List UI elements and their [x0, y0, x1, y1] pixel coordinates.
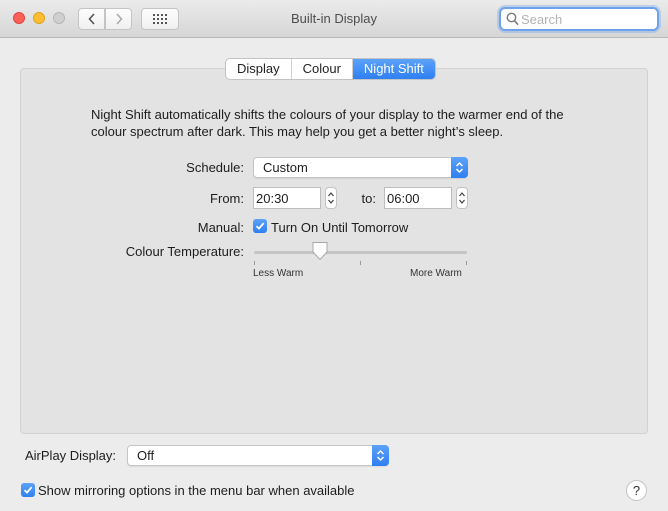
night-shift-description: Night Shift automatically shifts the col… [91, 107, 564, 139]
less-warm-label: Less Warm [253, 268, 304, 279]
manual-checkbox[interactable] [253, 219, 267, 233]
airplay-display-label: AirPlay Display: [25, 448, 117, 463]
to-time-stepper[interactable] [456, 187, 468, 209]
mirroring-checkbox[interactable] [21, 483, 35, 497]
to-label: to: [361, 191, 376, 206]
search-input[interactable] [521, 10, 651, 28]
stepper-arrows-icon [459, 192, 465, 204]
mirroring-checkbox-label[interactable]: Show mirroring options in the menu bar w… [38, 483, 355, 498]
colour-temperature-thumb[interactable] [311, 241, 329, 261]
schedule-value: Custom [263, 160, 308, 175]
manual-label: Manual: [197, 220, 244, 235]
slider-tick [466, 261, 467, 265]
tab-display[interactable]: Display [226, 59, 292, 79]
schedule-popup[interactable]: Custom [253, 157, 468, 178]
tab-colour[interactable]: Colour [292, 59, 353, 79]
updown-chevron-icon [372, 445, 389, 466]
tab-bar: Display Colour Night Shift [225, 58, 436, 80]
stepper-arrows-icon [328, 192, 334, 204]
colour-temperature-track[interactable] [254, 251, 467, 254]
colour-temperature-label: Colour Temperature: [125, 244, 244, 259]
title-bar: Built-in Display [0, 0, 668, 38]
schedule-label: Schedule: [186, 160, 244, 175]
from-time-stepper[interactable] [325, 187, 337, 209]
search-box[interactable] [499, 7, 659, 31]
airplay-display-value: Off [137, 448, 155, 463]
manual-checkbox-label[interactable]: Turn On Until Tomorrow [271, 220, 408, 235]
from-time-field[interactable]: 20:30 [253, 187, 321, 209]
slider-tick [360, 261, 361, 265]
checkmark-icon [255, 222, 265, 230]
checkmark-icon [23, 486, 33, 494]
search-icon [506, 12, 519, 26]
help-button[interactable]: ? [626, 480, 647, 501]
airplay-display-popup[interactable]: Off [127, 445, 389, 466]
from-label: From: [210, 191, 244, 206]
to-time-field[interactable]: 06:00 [384, 187, 452, 209]
more-warm-label: More Warm [410, 268, 462, 279]
tab-night-shift[interactable]: Night Shift [352, 59, 435, 79]
slider-tick [254, 261, 255, 265]
updown-chevron-icon [451, 157, 468, 178]
